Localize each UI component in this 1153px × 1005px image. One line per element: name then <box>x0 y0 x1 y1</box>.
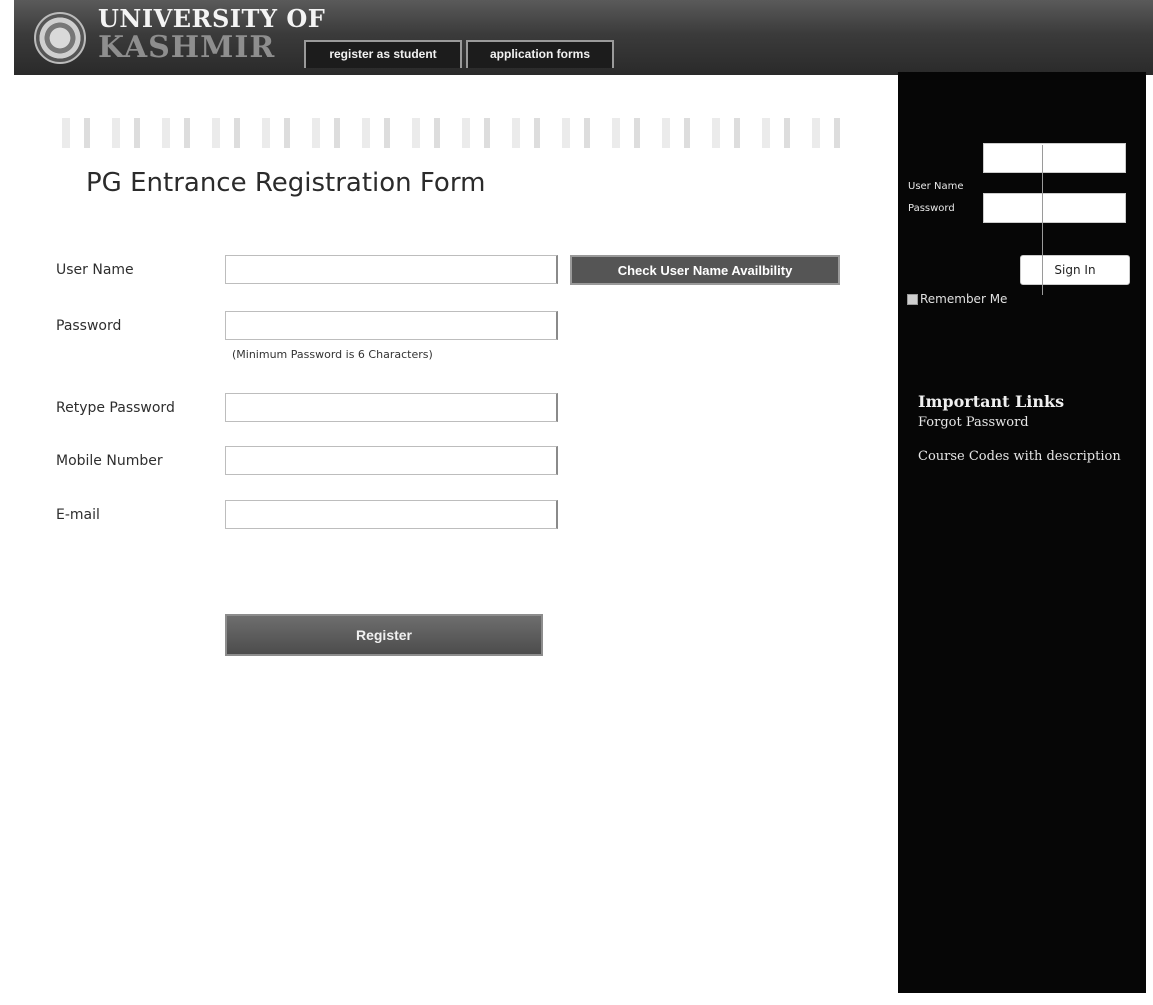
register-button[interactable]: Register <box>225 614 543 656</box>
important-links-heading: Important Links <box>918 392 1065 411</box>
retype-password-label: Retype Password <box>56 400 175 416</box>
username-input[interactable] <box>225 255 558 284</box>
tab-application-forms[interactable]: application forms <box>466 40 614 68</box>
tab-register-as-student[interactable]: register as student <box>304 40 462 68</box>
remember-me-option[interactable]: Remember Me <box>907 292 1007 306</box>
sign-in-button[interactable]: Sign In <box>1020 255 1130 285</box>
mobile-number-label: Mobile Number <box>56 453 163 469</box>
username-label: User Name <box>56 262 134 278</box>
password-hint: (Minimum Password is 6 Characters) <box>232 348 433 361</box>
course-codes-link[interactable]: Course Codes with description <box>918 449 1121 464</box>
password-input[interactable] <box>225 311 558 340</box>
sidebar-username-label: User Name <box>908 181 964 192</box>
remember-me-checkbox[interactable] <box>907 293 918 305</box>
sidebar-password-label: Password <box>908 203 955 214</box>
check-username-availability-button[interactable]: Check User Name Availbility <box>570 255 840 285</box>
retype-password-input[interactable] <box>225 393 558 422</box>
divider-line <box>1042 145 1043 295</box>
password-label: Password <box>56 318 122 334</box>
university-seal-icon <box>34 12 86 64</box>
email-label: E-mail <box>56 507 100 523</box>
email-input[interactable] <box>225 500 558 529</box>
sidebar-password-input[interactable] <box>983 193 1126 223</box>
brand-name-line1: UNIVERSITY OF <box>98 4 326 33</box>
faded-banner-strip <box>40 118 860 148</box>
mobile-number-input[interactable] <box>225 446 558 475</box>
page-title: PG Entrance Registration Form <box>86 168 486 198</box>
brand-name-line2: KASHMIR <box>98 30 276 65</box>
remember-me-label: Remember Me <box>920 292 1008 306</box>
sidebar-username-input[interactable] <box>983 143 1126 173</box>
forgot-password-link[interactable]: Forgot Password <box>918 415 1029 430</box>
